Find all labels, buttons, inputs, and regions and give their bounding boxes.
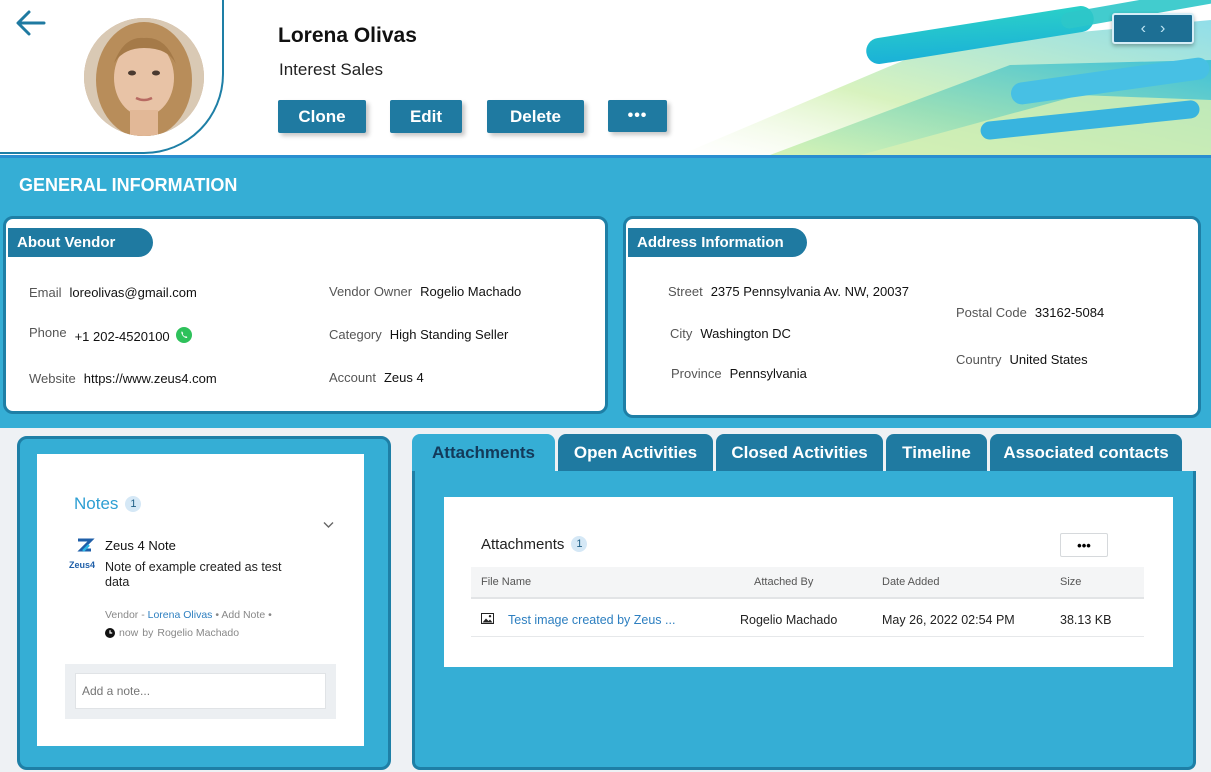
website-field: Website https://www.zeus4.com	[29, 371, 217, 386]
tab-closed-activities[interactable]: Closed Activities	[716, 434, 883, 472]
attachments-table-header: File Name Attached By Date Added Size	[471, 567, 1144, 599]
notes-title-label: Notes	[74, 494, 119, 513]
website-label: Website	[29, 371, 76, 386]
country-label: Country	[956, 352, 1002, 367]
notes-card: Notes 1 Zeus4 Zeus 4 Note Note of example…	[37, 454, 364, 746]
account-label: Account	[329, 370, 376, 385]
note-meta-dot: •	[268, 609, 272, 621]
add-note-container	[65, 664, 336, 719]
account-value[interactable]: Zeus 4	[384, 370, 424, 385]
notes-title: Notes 1	[74, 494, 142, 514]
attachment-size: 38.13 KB	[1060, 613, 1112, 627]
note-meta-separator: -	[141, 609, 145, 621]
tab-attachments[interactable]: Attachments	[412, 434, 555, 472]
profile-header: Lorena Olivas Interest Sales Clone Edit …	[0, 0, 1211, 158]
image-file-icon	[481, 613, 494, 624]
avatar	[84, 18, 204, 136]
clock-icon	[105, 628, 115, 638]
column-header-attached-by[interactable]: Attached By	[754, 576, 813, 588]
column-header-date-added[interactable]: Date Added	[882, 576, 940, 588]
category-field: Category High Standing Seller	[329, 327, 508, 342]
tab-open-activities[interactable]: Open Activities	[558, 434, 713, 472]
email-field: Email loreolivas@gmail.com	[29, 285, 197, 300]
note-related-record-link[interactable]: Lorena Olivas	[148, 609, 213, 621]
note-time: now	[119, 627, 139, 639]
delete-button[interactable]: Delete	[487, 100, 584, 133]
note-timestamp: now by Rogelio Machado	[105, 627, 239, 639]
city-value: Washington DC	[700, 326, 791, 341]
email-value[interactable]: loreolivas@gmail.com	[70, 285, 197, 300]
postal-code-field: Postal Code 33162-5084	[956, 305, 1104, 320]
vendor-owner-label: Vendor Owner	[329, 284, 413, 299]
province-value: Pennsylvania	[729, 366, 807, 381]
attachments-more-button[interactable]: •••	[1060, 533, 1108, 557]
attachments-title-label: Attachments	[481, 536, 565, 553]
add-note-link[interactable]: Add Note	[221, 609, 265, 621]
note-author: Rogelio Machado	[157, 627, 240, 639]
address-information-card: Address Information Street 2375 Pennsylva…	[623, 216, 1201, 418]
chevron-right-icon[interactable]: ›	[1160, 20, 1165, 38]
province-field: Province Pennsylvania	[671, 366, 807, 381]
street-value: 2375 Pennsylvania Av. NW, 20037	[710, 284, 909, 299]
address-information-heading: Address Information	[628, 228, 807, 257]
table-row: Test image created by Zeus ... Rogelio M…	[471, 601, 1144, 637]
country-field: Country United States	[956, 352, 1088, 367]
column-header-file-name[interactable]: File Name	[481, 576, 531, 588]
postal-code-label: Postal Code	[956, 305, 1027, 320]
edit-button[interactable]: Edit	[390, 100, 462, 133]
attachment-date-added: May 26, 2022 02:54 PM	[882, 613, 1015, 627]
about-vendor-heading: About Vendor	[8, 228, 153, 257]
vendor-owner-value: Rogelio Machado	[420, 284, 522, 299]
country-value: United States	[1009, 352, 1088, 367]
zeus4-logo-text: Zeus4	[69, 560, 96, 570]
attachment-file-link[interactable]: Test image created by Zeus ...	[508, 613, 675, 627]
city-field: City Washington DC	[670, 326, 791, 341]
note-body: Note of example created as test data	[105, 560, 282, 589]
chevron-left-icon[interactable]: ‹	[1141, 20, 1146, 38]
related-tabs: Attachments Open Activities Closed Activ…	[412, 434, 1196, 770]
note-meta-prefix: Vendor	[105, 609, 139, 621]
vendor-subtitle: Interest Sales	[279, 60, 383, 79]
general-information-section: GENERAL INFORMATION About Vendor Email lo…	[0, 158, 1211, 428]
city-label: City	[670, 326, 693, 341]
phone-label: Phone	[29, 325, 67, 340]
section-title: GENERAL INFORMATION	[19, 175, 238, 195]
phone-field: Phone +1 202-4520100	[29, 325, 192, 344]
more-actions-button[interactable]: •••	[608, 100, 667, 132]
attachment-attached-by: Rogelio Machado	[740, 613, 838, 627]
note-title: Zeus 4 Note	[105, 538, 176, 553]
note-meta-dot: •	[215, 609, 220, 621]
zeus4-logo: Zeus4	[69, 538, 99, 570]
vendor-name: Lorena Olivas	[278, 24, 417, 47]
street-field: Street 2375 Pennsylvania Av. NW, 20037	[668, 284, 909, 299]
note-by: by	[142, 627, 154, 639]
notes-panel: Notes 1 Zeus4 Zeus 4 Note Note of example…	[17, 436, 391, 770]
column-header-size[interactable]: Size	[1060, 576, 1081, 588]
clone-button[interactable]: Clone	[278, 100, 366, 133]
phone-value[interactable]: +1 202-4520100	[75, 329, 170, 344]
postal-code-value: 33162-5084	[1034, 305, 1105, 320]
street-label: Street	[668, 284, 703, 299]
notes-count-badge: 1	[125, 496, 142, 512]
chevron-down-icon[interactable]	[323, 521, 334, 529]
attachments-card: Attachments 1 ••• File Name Attached By D…	[444, 497, 1173, 667]
website-value[interactable]: https://www.zeus4.com	[84, 371, 217, 386]
record-navigation: ‹ ›	[1112, 13, 1194, 44]
attachments-count-badge: 1	[571, 536, 588, 552]
about-vendor-card: About Vendor Email loreolivas@gmail.com P…	[3, 216, 608, 414]
tab-timeline[interactable]: Timeline	[886, 434, 987, 472]
account-field: Account Zeus 4	[329, 370, 424, 385]
category-label: Category	[329, 327, 382, 342]
attachments-title: Attachments 1	[481, 536, 588, 553]
tab-associated-contacts[interactable]: Associated contacts	[990, 434, 1182, 472]
whatsapp-icon[interactable]	[175, 327, 192, 343]
add-note-input[interactable]	[75, 673, 326, 709]
vendor-owner-field: Vendor Owner Rogelio Machado	[329, 284, 521, 299]
province-label: Province	[671, 366, 722, 381]
back-arrow-icon[interactable]	[14, 8, 48, 38]
note-meta: Vendor - Lorena Olivas • Add Note •	[105, 609, 272, 621]
attachments-tab-panel: Attachments 1 ••• File Name Attached By D…	[412, 471, 1196, 770]
email-label: Email	[29, 285, 62, 300]
category-value: High Standing Seller	[389, 327, 509, 342]
